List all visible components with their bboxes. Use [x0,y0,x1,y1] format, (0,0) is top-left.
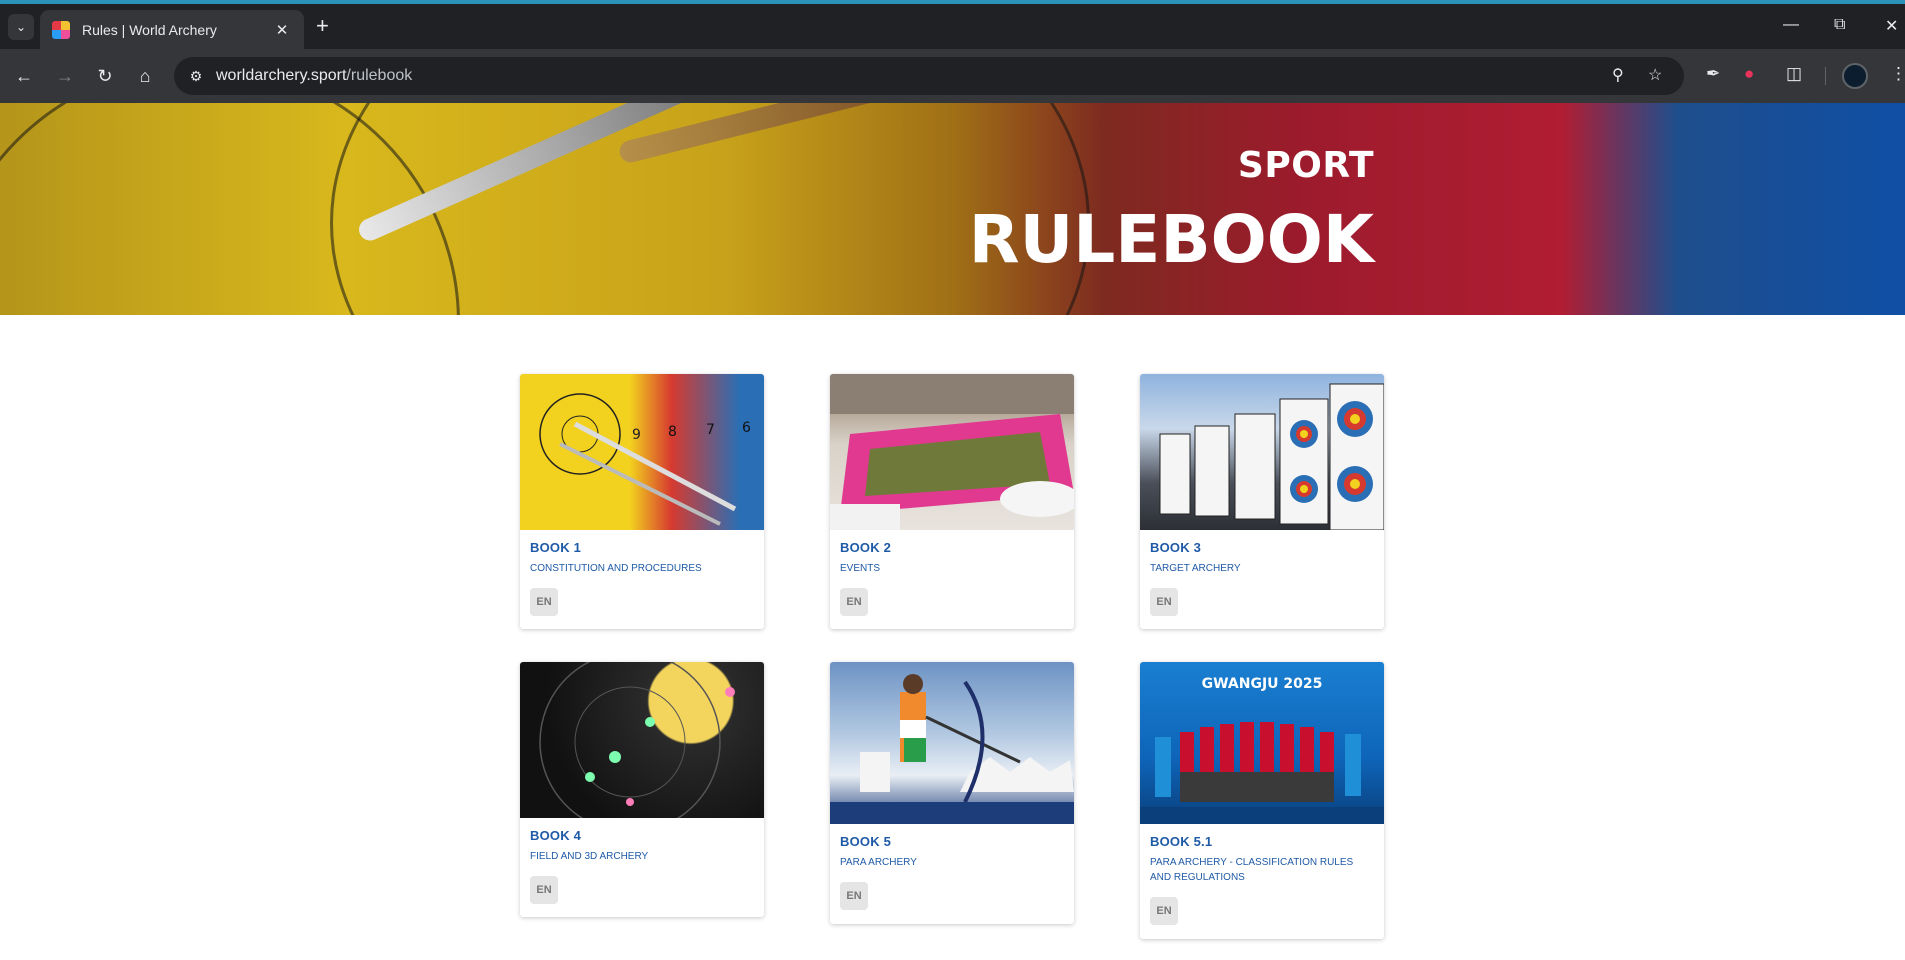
bookmark-star-icon[interactable]: ☆ [1648,65,1662,85]
minimize-icon[interactable]: — [1783,16,1799,34]
book-card-1[interactable]: 9 8 7 6 BOOK 1 CONSTITUTION AND PROCEDUR… [520,374,764,629]
extensions-puzzle-icon[interactable]: ◫ [1786,64,1802,84]
book-title[interactable]: BOOK 1 [530,540,754,555]
more-menu-icon[interactable]: ⋮ [1890,64,1905,84]
profile-avatar[interactable] [1842,63,1868,89]
book-1-target-art: 9 8 7 6 [539,393,751,526]
close-tab-icon[interactable]: ✕ [272,21,292,39]
book-1-image[interactable]: 9 8 7 6 [520,374,764,530]
language-button-en[interactable]: EN [1150,588,1178,616]
book-4-night-target-art [539,662,735,818]
tab-bar: ⌄ Rules | World Archery ✕ + — ⧉ ✕ [0,4,1905,49]
target-score-9: 9 [632,427,641,443]
book-title[interactable]: BOOK 4 [530,828,754,843]
target-score-6: 6 [742,420,751,436]
world-archery-favicon-icon [52,20,70,39]
hero-banner: SPORT RULEBOOK [0,103,1905,315]
tab-title: Rules | World Archery [82,21,217,38]
url-text[interactable]: worldarchery.sport/rulebook [216,67,412,85]
reload-icon[interactable]: ↻ [92,63,118,89]
language-button-en[interactable]: EN [1150,897,1178,925]
language-button-en[interactable]: EN [530,588,558,616]
active-tab[interactable]: Rules | World Archery ✕ [40,10,304,49]
close-window-icon[interactable]: ✕ [1885,16,1898,36]
gwangju-banner-text: GWANGJU 2025 [1202,676,1323,692]
book-title[interactable]: BOOK 5 [840,834,1064,849]
home-icon[interactable]: ⌂ [132,63,158,89]
address-bar[interactable]: ⚙ worldarchery.sport/rulebook ⚲ ☆ [174,57,1684,95]
book-description[interactable]: PARA ARCHERY [840,855,1064,870]
book-3-image[interactable] [1140,374,1384,530]
back-arrow-icon[interactable]: ← [11,63,37,89]
hero-title: RULEBOOK [968,201,1374,278]
book-5-1-image[interactable]: GWANGJU 2025 [1140,662,1384,824]
url-host: worldarchery.sport [216,67,347,84]
book-card-2[interactable]: BOOK 2 EVENTS EN [830,374,1074,629]
book-4-image[interactable] [520,662,764,818]
hero-subtitle: SPORT [1237,145,1374,186]
language-button-en[interactable]: EN [530,876,558,904]
new-tab-plus-icon[interactable]: + [316,15,329,37]
browser-toolbar: ← → ↻ ⌂ ⚙ worldarchery.sport/rulebook ⚲ … [0,49,1905,103]
book-description[interactable]: PARA ARCHERY - CLASSIFICATION RULES AND … [1150,855,1374,885]
book-card-5-1[interactable]: GWANGJU 2025 BOOK 5.1 PARA ARCHERY - CLA… [1140,662,1384,939]
book-2-stadium-art [830,374,1074,530]
book-card-4[interactable]: BOOK 4 FIELD AND 3D ARCHERY EN [520,662,764,917]
restore-icon[interactable]: ⧉ [1834,16,1845,34]
extension-record-icon[interactable]: ● [1744,64,1754,84]
language-button-en[interactable]: EN [840,882,868,910]
book-description[interactable]: FIELD AND 3D ARCHERY [530,849,754,864]
site-info-icon[interactable]: ⚙ [184,64,208,88]
tab-search-chevron-icon[interactable]: ⌄ [8,14,34,40]
forward-arrow-icon[interactable]: → [52,63,78,89]
book-5-1-team-photo-art: GWANGJU 2025 [1140,676,1384,824]
book-card-3[interactable]: BOOK 3 TARGET ARCHERY EN [1140,374,1384,629]
book-description[interactable]: EVENTS [840,561,1064,576]
target-score-7: 7 [706,422,715,438]
book-card-5[interactable]: BOOK 5 PARA ARCHERY EN [830,662,1074,924]
book-5-image[interactable] [830,662,1074,824]
book-description[interactable]: TARGET ARCHERY [1150,561,1374,576]
book-description[interactable]: CONSTITUTION AND PROCEDURES [530,561,754,576]
url-path: /rulebook [346,67,413,84]
book-title[interactable]: BOOK 2 [840,540,1064,555]
book-title[interactable]: BOOK 3 [1150,540,1374,555]
book-title[interactable]: BOOK 5.1 [1150,834,1374,849]
book-2-image[interactable] [830,374,1074,530]
zoom-icon[interactable]: ⚲ [1612,65,1624,85]
book-3-targets-art [1159,383,1384,530]
language-button-en[interactable]: EN [840,588,868,616]
book-5-para-archer-art [830,674,1074,824]
extension-pen-icon[interactable]: ✒ [1706,64,1720,84]
target-score-8: 8 [668,424,677,440]
toolbar-separator [1825,67,1826,85]
